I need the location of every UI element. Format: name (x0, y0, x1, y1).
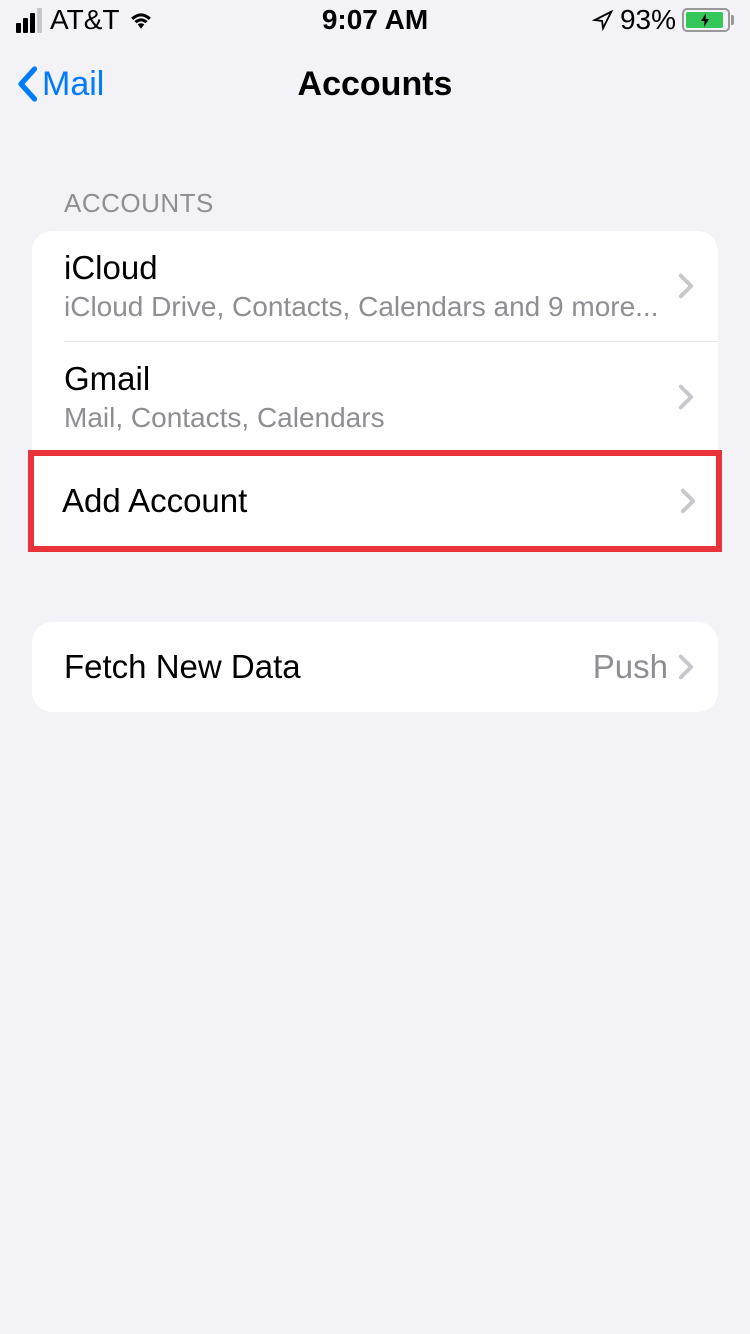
account-subtitle: Mail, Contacts, Calendars (64, 402, 678, 434)
account-title: iCloud (64, 249, 678, 287)
add-account-label: Add Account (62, 482, 680, 520)
chevron-right-icon (678, 654, 694, 680)
status-time: 9:07 AM (322, 4, 428, 36)
fetch-new-data-row[interactable]: Fetch New Data Push (32, 622, 718, 712)
status-left: AT&T (16, 4, 155, 36)
status-bar: AT&T 9:07 AM 93% (0, 0, 750, 40)
section-header-accounts: Accounts (0, 188, 750, 231)
add-account-highlight: Add Account (28, 450, 722, 552)
add-account-row[interactable]: Add Account (34, 456, 716, 546)
status-right: 93% (592, 4, 734, 36)
chevron-right-icon (680, 488, 696, 514)
battery-icon (682, 8, 734, 32)
fetch-value: Push (593, 648, 668, 686)
page-title: Accounts (298, 65, 453, 104)
location-icon (592, 9, 614, 31)
charging-bolt-icon (700, 13, 710, 27)
back-button[interactable]: Mail (16, 65, 104, 104)
wifi-icon (127, 9, 155, 31)
fetch-list: Fetch New Data Push (32, 622, 718, 712)
account-title: Gmail (64, 360, 678, 398)
chevron-right-icon (678, 273, 694, 299)
account-subtitle: iCloud Drive, Contacts, Calendars and 9 … (64, 291, 678, 323)
accounts-list: iCloud iCloud Drive, Contacts, Calendars… (32, 231, 718, 452)
fetch-title: Fetch New Data (64, 648, 593, 686)
battery-percent: 93% (620, 4, 676, 36)
account-row-icloud[interactable]: iCloud iCloud Drive, Contacts, Calendars… (32, 231, 718, 341)
carrier-label: AT&T (50, 4, 119, 36)
content: Accounts iCloud iCloud Drive, Contacts, … (0, 128, 750, 712)
back-label: Mail (42, 65, 104, 104)
nav-bar: Mail Accounts (0, 40, 750, 128)
chevron-right-icon (678, 384, 694, 410)
cell-signal-icon (16, 8, 42, 33)
account-row-gmail[interactable]: Gmail Mail, Contacts, Calendars (32, 342, 718, 452)
chevron-left-icon (16, 66, 38, 102)
